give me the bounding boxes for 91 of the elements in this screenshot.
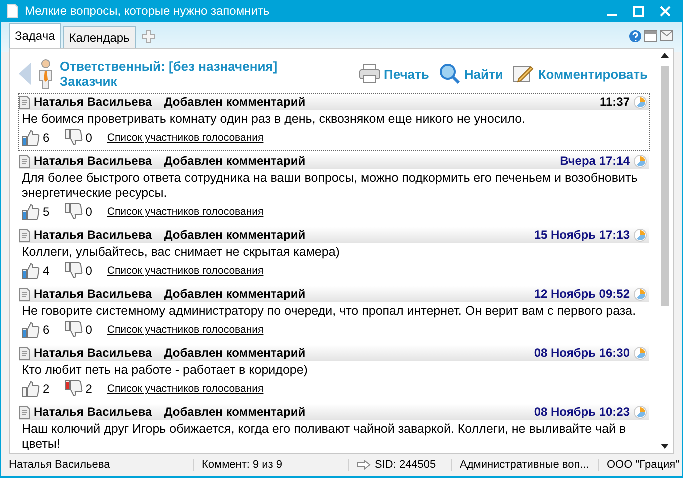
voters-link[interactable]: Список участников голосования — [107, 383, 264, 395]
scroll-up-icon[interactable] — [660, 53, 668, 58]
comment-card[interactable]: Наталья Васильева Добавлен комментарий 08 Ноябрь 16:30 Кто любит петь на работе - работает в коридоре) 2 2 Список участников голосования — [18, 344, 650, 402]
comment-card[interactable]: Наталья Васильева Добавлен комментарий 11:37 Не боимся проветривать комнату один раз в день, сквозняком еще никого не уносило. 6 0 Список участников голосования — [18, 93, 650, 151]
note-icon — [19, 346, 30, 360]
tab[interactable]: Календарь — [63, 26, 136, 48]
toolbar-button[interactable]: Найти — [437, 63, 506, 85]
status-company: ООО "Грация" — [599, 459, 683, 471]
comment-action: Добавлен комментарий — [164, 95, 306, 109]
comment-text: Кто любит петь на работе - работает в коридоре) — [21, 362, 309, 379]
dislike-count: 2 — [86, 382, 92, 396]
status-comments: Коммент: 9 из 9 — [194, 459, 349, 471]
pie-chart-icon — [634, 406, 647, 418]
thumbs-down-icon[interactable] — [64, 321, 83, 339]
like-count: 4 — [43, 264, 50, 278]
author-name: Наталья Васильева — [34, 405, 152, 419]
like-count: 5 — [43, 205, 50, 219]
voters-link[interactable]: Список участников голосования — [107, 132, 264, 144]
dislike-count: 0 — [86, 131, 92, 145]
pie-chart-icon — [634, 228, 647, 242]
thumbs-down-icon[interactable] — [64, 262, 83, 280]
note-icon — [19, 96, 30, 108]
comment-text: Не боимся проветривать комнату один раз в день, сквозняком еще никого не уносило. — [21, 111, 526, 128]
comment-action: Добавлен комментарий — [164, 287, 306, 301]
note-icon — [19, 288, 30, 300]
pencil-note-icon — [513, 64, 536, 84]
dislike-count: 0 — [86, 205, 92, 219]
tab[interactable]: Задача — [9, 23, 62, 48]
customer-label: Заказчик — [60, 74, 118, 89]
thumbs-up-icon[interactable] — [22, 262, 40, 280]
comment-action: Добавлен комментарий — [164, 346, 306, 360]
thumbs-down-icon[interactable] — [64, 203, 83, 221]
maximize-icon[interactable] — [633, 6, 644, 16]
comment-time: 11:37 — [600, 95, 630, 109]
author-name: Наталья Васильева — [34, 346, 152, 360]
author-name: Наталья Васильева — [34, 154, 152, 168]
responsible-label: Ответственный: [без назначения] — [60, 59, 279, 74]
like-count: 6 — [43, 131, 50, 145]
pie-chart-icon — [634, 154, 647, 168]
comment-time: 15 Ноябрь 17:13 — [534, 228, 630, 242]
pie-chart-icon — [634, 288, 647, 300]
comment-action: Добавлен комментарий — [164, 228, 306, 242]
comment-action: Добавлен комментарий — [164, 405, 306, 419]
note-icon — [19, 228, 30, 242]
author-name: Наталья Васильева — [34, 228, 152, 242]
status-user: Наталья Васильева — [1, 459, 194, 471]
toolbar-button[interactable]: Печать — [356, 64, 432, 84]
status-category: Административные воп... — [452, 459, 599, 471]
search-icon — [439, 63, 462, 85]
author-name: Наталья Васильева — [34, 287, 152, 301]
thumbs-up-icon[interactable] — [22, 321, 40, 339]
comment-card[interactable]: Наталья Васильева Добавлен комментарий 12 Ноябрь 09:52 Не говорите системному администратору по очереди, что пропал интернет. Он верит вам с первого раза. 6 0 Список участников голосования — [18, 285, 650, 343]
pie-chart-icon — [634, 346, 647, 360]
comment-text: Для более быстрого ответа сотрудника на ваши вопросы, можно подкормить его печеньем и возобновить энергетические ресурсы. — [21, 170, 639, 202]
comment-text: Не говорите системному администратору по очереди, что пропал интернет. Он верит вам с первого раза. — [21, 303, 638, 320]
like-count: 2 — [43, 382, 50, 396]
dislike-count: 0 — [86, 264, 92, 278]
document-icon — [7, 4, 19, 18]
thumbs-down-icon[interactable] — [64, 129, 83, 147]
comment-text: Наш колючий друг Игорь обижается, когда его поливают чайной заваркой. Коллеги, не выливайте чай в цветы! — [21, 421, 628, 453]
voters-link[interactable]: Список участников голосования — [107, 206, 264, 218]
printer-icon — [358, 64, 381, 84]
dislike-count: 0 — [86, 323, 92, 337]
comment-time: 08 Ноябрь 10:23 — [534, 405, 630, 419]
comment-time: 08 Ноябрь 16:30 — [534, 346, 630, 360]
thumbs-up-icon[interactable] — [22, 380, 40, 398]
scroll-down-icon[interactable] — [660, 444, 668, 449]
thumbs-up-icon[interactable] — [22, 203, 40, 221]
person-icon — [38, 59, 54, 89]
help-icon[interactable] — [629, 30, 642, 43]
voters-link[interactable]: Список участников голосования — [107, 265, 264, 277]
voters-link[interactable]: Список участников голосования — [107, 324, 264, 336]
close-icon[interactable] — [660, 6, 671, 16]
thumbs-up-icon[interactable] — [22, 129, 40, 147]
comment-time: 12 Ноябрь 09:52 — [534, 287, 630, 301]
comment-card[interactable]: Наталья Васильева Добавлен комментарий 08 Ноябрь 10:23 Наш колючий друг Игорь обижается, когда его поливают чайной заваркой. Коллеги, не выливайте чай в цветы! — [18, 403, 650, 453]
comment-time: Вчера 17:14 — [560, 154, 630, 168]
comment-card[interactable]: Наталья Васильева Добавлен комментарий 15 Ноябрь 17:13 Коллеги, улыбайтесь, вас снимает не скрытая камера) 4 0 Список участников голосования — [18, 226, 650, 284]
window-title: Мелкие вопросы, которые нужно запомнить — [25, 4, 271, 18]
like-count: 6 — [43, 323, 50, 337]
comment-action: Добавлен комментарий — [164, 154, 306, 168]
author-name: Наталья Васильева — [34, 95, 152, 109]
note-icon — [19, 154, 30, 168]
status-sid: SID: 244505 — [349, 459, 452, 471]
note-icon — [19, 406, 30, 418]
arrow-icon — [357, 460, 371, 470]
envelope-icon[interactable] — [660, 30, 674, 42]
toolbar-button[interactable]: Комментировать — [511, 64, 650, 84]
thumbs-down-icon[interactable] — [64, 380, 83, 398]
comment-text: Коллеги, улыбайтесь, вас снимает не скрытая камера) — [21, 244, 341, 261]
pie-chart-icon — [634, 96, 647, 108]
